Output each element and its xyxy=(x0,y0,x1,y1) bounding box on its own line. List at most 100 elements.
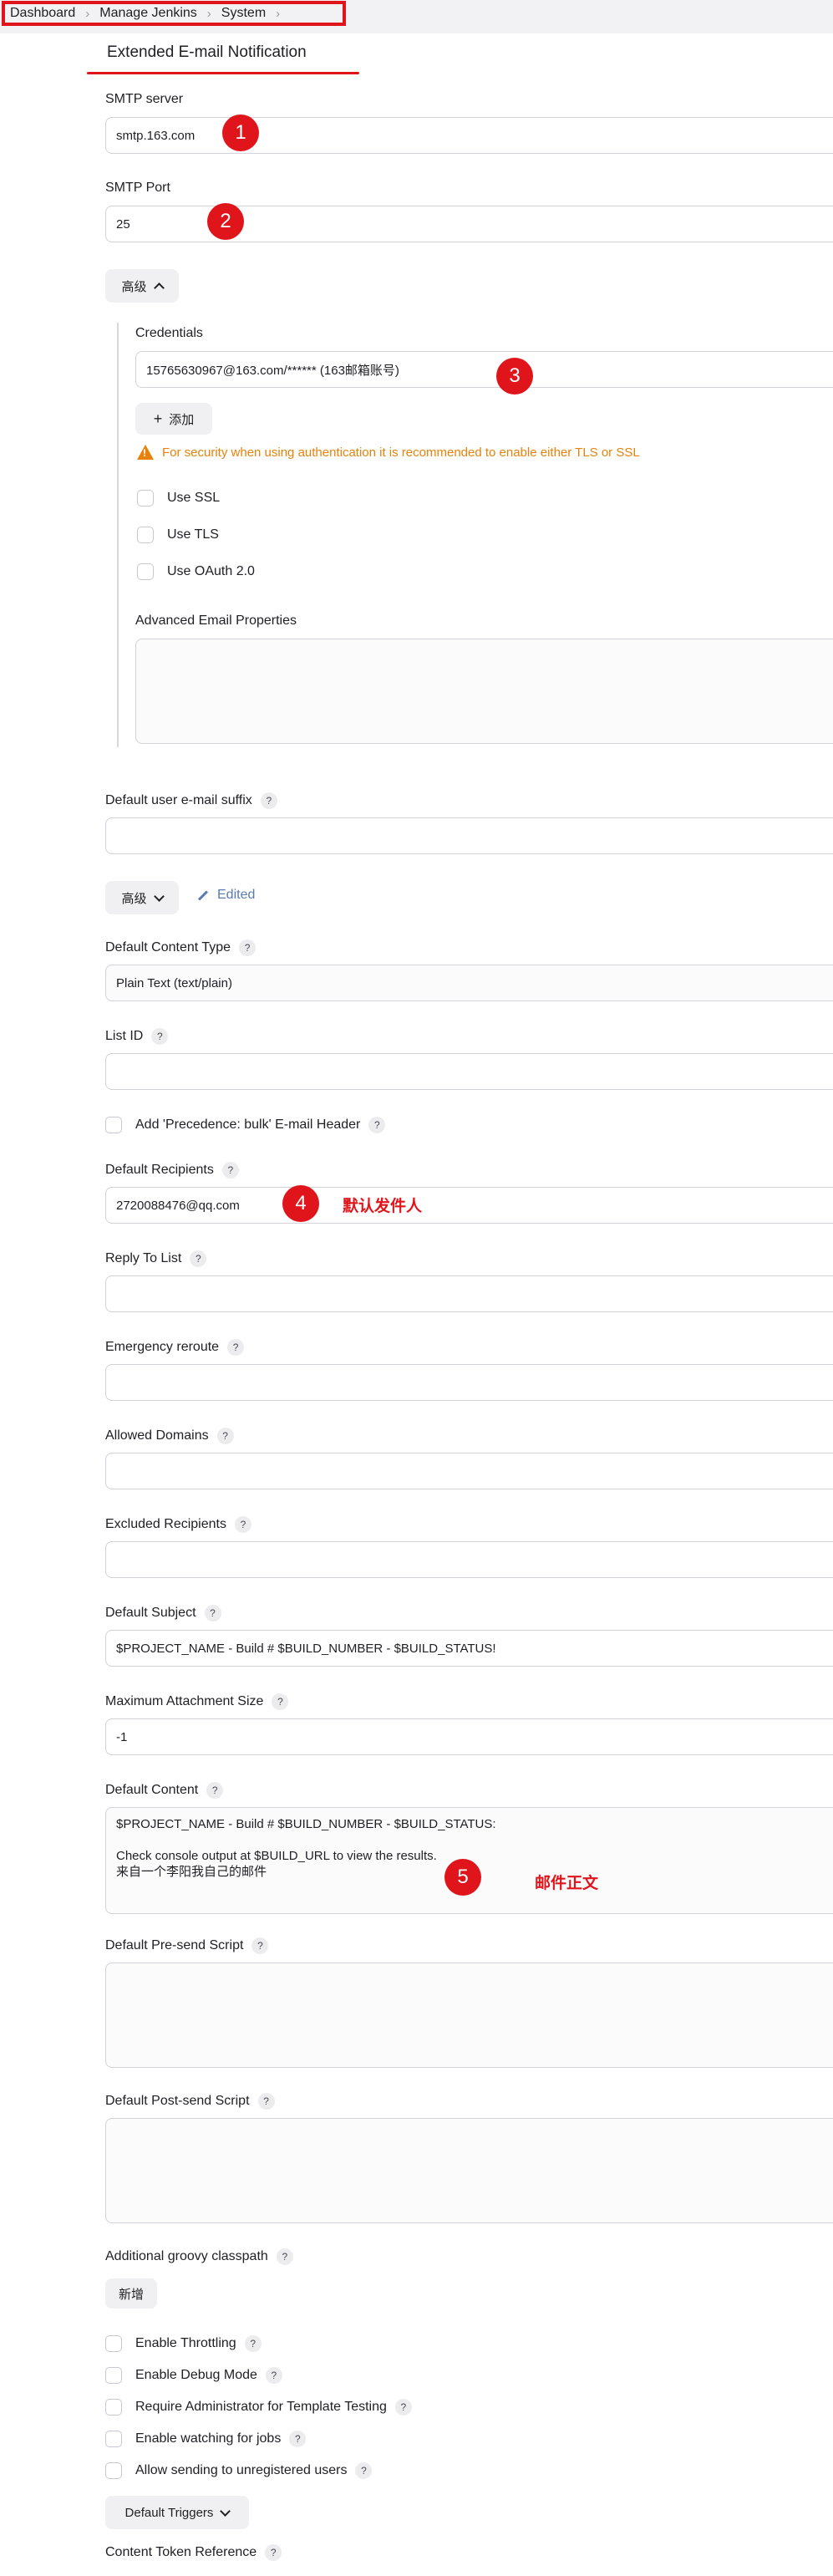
allowed-domains-input[interactable] xyxy=(105,1453,833,1489)
smtp-server-label: SMTP server xyxy=(105,92,184,106)
checkbox-box[interactable] xyxy=(137,563,154,580)
help-icon[interactable]: ? xyxy=(216,1428,234,1444)
checkbox-box[interactable] xyxy=(105,1117,122,1133)
default-content-label: Default Content ? xyxy=(105,1782,224,1799)
breadcrumb-dashboard[interactable]: Dashboard xyxy=(10,6,75,21)
use-oauth-checkbox[interactable]: Use OAuth 2.0 xyxy=(137,563,255,580)
precedence-bulk-label: Add 'Precedence: bulk' E-mail Header xyxy=(135,1117,361,1132)
checkbox-box[interactable] xyxy=(105,2431,122,2447)
max-attachment-size-label: Maximum Attachment Size ? xyxy=(105,1693,289,1710)
help-icon[interactable]: ? xyxy=(151,1028,169,1045)
content-token-reference-text: Content Token Reference xyxy=(105,2545,257,2559)
checkbox-box[interactable] xyxy=(105,2462,122,2479)
checkbox-box[interactable] xyxy=(105,2367,122,2384)
advanced-email-properties-textarea[interactable] xyxy=(135,639,833,744)
default-triggers-button[interactable]: Default Triggers xyxy=(105,2496,249,2529)
excluded-recipients-label: Excluded Recipients ? xyxy=(105,1516,251,1533)
breadcrumb: Dashboard › Manage Jenkins › System › xyxy=(2,1,346,26)
precedence-bulk-checkbox[interactable]: Add 'Precedence: bulk' E-mail Header ? xyxy=(105,1117,386,1133)
help-icon[interactable]: ? xyxy=(206,1782,224,1799)
help-icon[interactable]: ? xyxy=(239,939,257,956)
default-content-type-label: Default Content Type ? xyxy=(105,939,257,956)
help-icon[interactable]: ? xyxy=(265,2367,282,2384)
default-email-suffix-label: Default user e-mail suffix ? xyxy=(105,792,277,809)
advanced-button[interactable]: 高级 xyxy=(105,269,179,303)
checkbox-box[interactable] xyxy=(105,2399,122,2416)
help-icon[interactable]: ? xyxy=(227,1339,245,1356)
default-content-type-select[interactable]: Plain Text (text/plain) xyxy=(105,965,833,1001)
groovy-classpath-label: Additional groovy classpath ? xyxy=(105,2248,293,2265)
breadcrumb-manage-jenkins[interactable]: Manage Jenkins xyxy=(99,6,197,21)
help-icon[interactable]: ? xyxy=(355,2462,373,2479)
default-content-text: Default Content xyxy=(105,1783,199,1797)
advanced-section-divider xyxy=(117,323,119,747)
help-icon[interactable]: ? xyxy=(257,2093,275,2110)
chevron-up-icon xyxy=(153,282,165,293)
list-id-input[interactable] xyxy=(105,1053,833,1090)
allowed-domains-label: Allowed Domains ? xyxy=(105,1428,234,1444)
allow-unregistered-checkbox[interactable]: Allow sending to unregistered users ? xyxy=(105,2462,373,2479)
help-icon[interactable]: ? xyxy=(234,1516,251,1533)
reply-to-list-input[interactable] xyxy=(105,1275,833,1312)
excluded-recipients-input[interactable] xyxy=(105,1541,833,1578)
advanced-button-label: 高级 xyxy=(121,279,147,294)
enable-debug-mode-checkbox[interactable]: Enable Debug Mode ? xyxy=(105,2367,282,2384)
postsend-script-textarea[interactable] xyxy=(105,2118,833,2223)
default-recipients-text: Default Recipients xyxy=(105,1163,214,1177)
reply-to-list-label: Reply To List ? xyxy=(105,1250,207,1267)
annotation-recipient-note: 默认发件人 xyxy=(343,1198,423,1215)
section-title: Extended E-mail Notification xyxy=(107,43,307,61)
default-email-suffix-text: Default user e-mail suffix xyxy=(105,793,252,807)
chevron-down-icon xyxy=(220,2505,231,2517)
default-subject-label: Default Subject ? xyxy=(105,1605,221,1621)
use-oauth-label: Use OAuth 2.0 xyxy=(167,564,255,578)
emergency-reroute-text: Emergency reroute xyxy=(105,1340,220,1354)
checkbox-box[interactable] xyxy=(137,490,154,507)
credentials-label: Credentials xyxy=(135,326,203,340)
default-email-suffix-input[interactable] xyxy=(105,817,833,854)
new-classpath-button[interactable]: 新增 xyxy=(105,2278,157,2309)
default-subject-input[interactable]: $PROJECT_NAME - Build # $BUILD_NUMBER - … xyxy=(105,1630,833,1667)
use-tls-checkbox[interactable]: Use TLS xyxy=(137,527,219,543)
max-attachment-size-text: Maximum Attachment Size xyxy=(105,1694,264,1708)
list-id-label: List ID ? xyxy=(105,1028,169,1045)
emergency-reroute-input[interactable] xyxy=(105,1364,833,1401)
enable-debug-mode-label: Enable Debug Mode xyxy=(135,2368,257,2382)
help-icon[interactable]: ? xyxy=(272,1693,289,1710)
help-icon[interactable]: ? xyxy=(289,2431,307,2447)
content-token-reference-label: Content Token Reference ? xyxy=(105,2544,282,2561)
pencil-icon xyxy=(197,889,209,901)
help-icon[interactable]: ? xyxy=(190,1250,207,1267)
advanced-button-2[interactable]: 高级 xyxy=(105,881,179,914)
chevron-right-icon: › xyxy=(85,6,90,21)
use-ssl-checkbox[interactable]: Use SSL xyxy=(137,490,220,507)
groovy-classpath-text: Additional groovy classpath xyxy=(105,2249,268,2263)
help-icon[interactable]: ? xyxy=(394,2399,412,2416)
help-icon[interactable]: ? xyxy=(276,2248,293,2265)
help-icon[interactable]: ? xyxy=(251,1937,269,1954)
help-icon[interactable]: ? xyxy=(260,792,277,809)
add-credentials-button[interactable]: + 添加 xyxy=(135,403,212,435)
max-attachment-size-input[interactable]: -1 xyxy=(105,1718,833,1755)
edited-indicator: Edited xyxy=(197,888,255,903)
help-icon[interactable]: ? xyxy=(368,1117,386,1133)
credentials-select[interactable]: 15765630967@163.com/****** (163邮箱账号) xyxy=(135,351,833,388)
enable-throttling-checkbox[interactable]: Enable Throttling ? xyxy=(105,2335,262,2352)
checkbox-box[interactable] xyxy=(137,527,154,543)
presend-script-textarea[interactable] xyxy=(105,1963,833,2068)
postsend-script-text: Default Post-send Script xyxy=(105,2094,250,2108)
default-recipients-input[interactable]: 2720088476@qq.com xyxy=(105,1187,833,1224)
add-button-label: 添加 xyxy=(169,412,195,427)
smtp-server-input[interactable]: smtp.163.com xyxy=(105,117,833,154)
chevron-down-icon xyxy=(153,890,165,902)
advanced-email-properties-label: Advanced Email Properties xyxy=(135,613,297,628)
help-icon[interactable]: ? xyxy=(265,2544,282,2561)
help-icon[interactable]: ? xyxy=(221,1162,239,1179)
help-icon[interactable]: ? xyxy=(244,2335,262,2352)
require-admin-template-checkbox[interactable]: Require Administrator for Template Testi… xyxy=(105,2399,412,2416)
breadcrumb-system[interactable]: System xyxy=(221,6,266,21)
emergency-reroute-label: Emergency reroute ? xyxy=(105,1339,245,1356)
checkbox-box[interactable] xyxy=(105,2335,122,2352)
help-icon[interactable]: ? xyxy=(204,1605,221,1621)
enable-watching-jobs-checkbox[interactable]: Enable watching for jobs ? xyxy=(105,2431,307,2447)
